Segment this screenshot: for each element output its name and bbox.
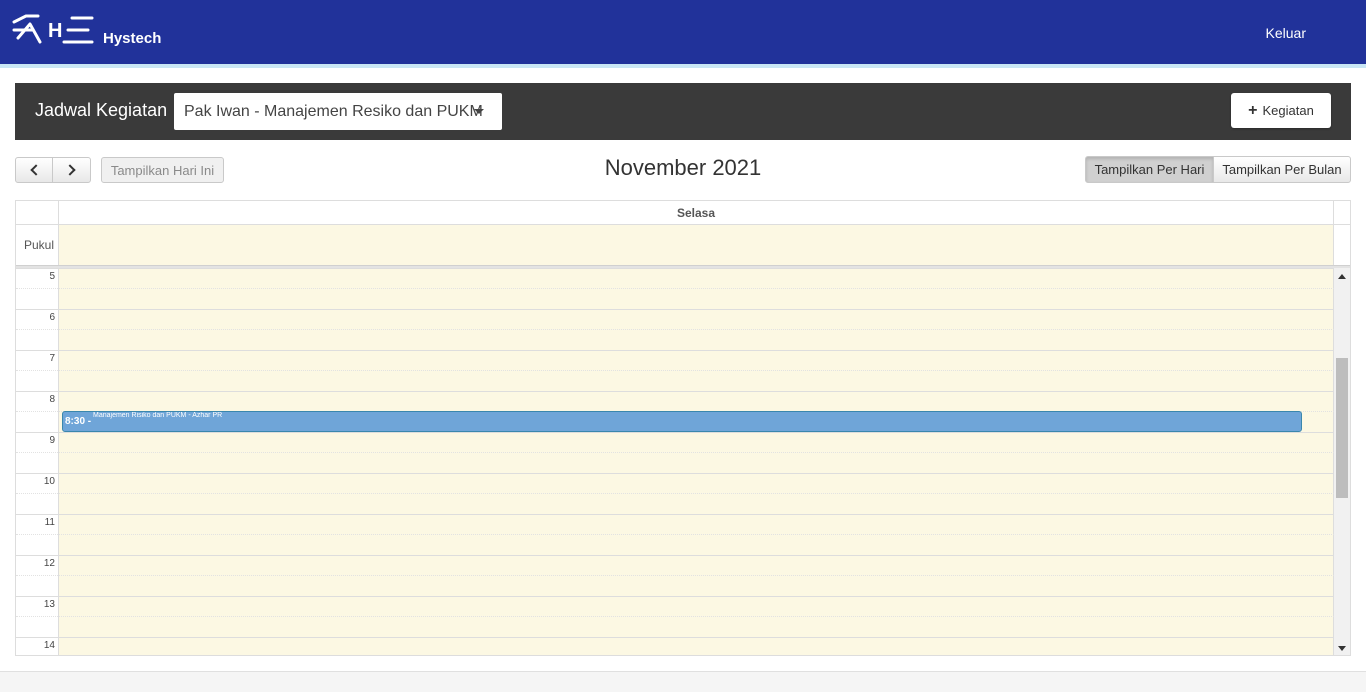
- day-column[interactable]: [59, 268, 1334, 655]
- hour-line: [16, 596, 1334, 597]
- hour-label: 8: [49, 394, 55, 405]
- next-button[interactable]: [52, 157, 91, 183]
- half-hour-line: [16, 493, 1334, 494]
- chevron-right-icon: [64, 164, 76, 176]
- half-hour-line: [16, 452, 1334, 453]
- add-activity-label: Kegiatan: [1262, 103, 1314, 118]
- panel-title: Jadwal Kegiatan: [35, 100, 168, 120]
- scroll-up-icon[interactable]: [1338, 274, 1346, 279]
- hour-label: 5: [49, 271, 55, 282]
- prev-button[interactable]: [15, 157, 53, 183]
- schedule-panel-header: Jadwal Kegiatan Pak Iwan - Manajemen Res…: [15, 83, 1351, 140]
- hour-line: [16, 637, 1334, 638]
- time-gutter: [16, 268, 59, 655]
- event-title: Manajemen Risiko dan PUKM - Azhar PR: [93, 412, 223, 419]
- hour-label: 12: [43, 558, 55, 569]
- half-hour-line: [16, 616, 1334, 617]
- hour-label: 11: [44, 517, 55, 528]
- time-grid: 5 6 7 8 9 10 11 12 13 14 8:30 - Manajemen Risiko …: [16, 268, 1334, 655]
- scroll-thumb[interactable]: [1336, 358, 1348, 498]
- half-hour-line: [16, 288, 1334, 289]
- allday-label: Pukul: [16, 225, 59, 265]
- schedule-select-value: Pak Iwan - Manajemen Resiko dan PUKM: [184, 103, 483, 120]
- today-button[interactable]: Tampilkan Hari Ini: [101, 157, 224, 183]
- hour-label: 9: [49, 435, 55, 446]
- logout-link[interactable]: Keluar: [1266, 25, 1306, 41]
- schedule-select[interactable]: Pak Iwan - Manajemen Resiko dan PUKM: [174, 93, 502, 130]
- hour-label: 14: [43, 640, 55, 651]
- hour-label: 13: [43, 599, 55, 610]
- calendar-day-view: Selasa Pukul 5 6 7 8 9 10 11 12 13 14 8:30 - Mana…: [15, 200, 1351, 656]
- half-hour-line: [16, 534, 1334, 535]
- scroll-down-icon[interactable]: [1338, 646, 1346, 651]
- event-time: 8:30 -: [65, 416, 92, 427]
- calendar-scrollbar[interactable]: [1334, 268, 1350, 655]
- calendar-header-row: Selasa: [16, 201, 1350, 225]
- allday-row: Pukul: [16, 225, 1350, 265]
- hystech-logo-icon[interactable]: H: [12, 12, 96, 48]
- hour-line: [16, 350, 1334, 351]
- calendar-event[interactable]: 8:30 - Manajemen Risiko dan PUKM - Azhar…: [62, 411, 1302, 432]
- month-view-button[interactable]: Tampilkan Per Bulan: [1213, 156, 1351, 183]
- half-hour-line: [16, 329, 1334, 330]
- gutter-header: [16, 201, 59, 225]
- svg-text:H: H: [48, 20, 62, 42]
- hour-line: [16, 432, 1334, 433]
- half-hour-line: [16, 370, 1334, 371]
- hour-line: [16, 555, 1334, 556]
- hour-label: 7: [49, 353, 55, 364]
- hour-line: [16, 268, 1334, 269]
- hour-line: [16, 391, 1334, 392]
- hour-label: 6: [49, 312, 55, 323]
- hour-line: [16, 309, 1334, 310]
- page-footer: [0, 671, 1366, 692]
- allday-cell[interactable]: [59, 225, 1334, 265]
- navbar-accent-strip: [0, 64, 1366, 68]
- add-activity-button[interactable]: + Kegiatan: [1231, 93, 1331, 128]
- day-view-button[interactable]: Tampilkan Per Hari: [1085, 156, 1214, 183]
- top-navbar: H Hystech Keluar: [0, 0, 1366, 64]
- hour-line: [16, 473, 1334, 474]
- half-hour-line: [16, 575, 1334, 576]
- caret-down-icon: [474, 109, 484, 114]
- hour-line: [16, 514, 1334, 515]
- day-column-header: Selasa: [59, 201, 1334, 225]
- hour-label: 10: [43, 476, 55, 487]
- plus-icon: +: [1248, 101, 1258, 119]
- chevron-left-icon: [29, 164, 42, 176]
- brand-name[interactable]: Hystech: [103, 30, 161, 47]
